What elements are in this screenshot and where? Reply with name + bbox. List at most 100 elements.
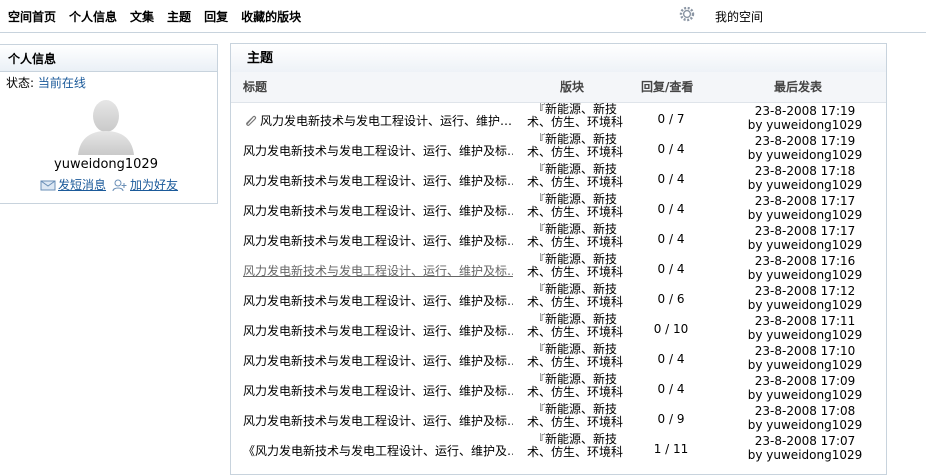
topic-last-post: 23-8-2008 17:10 by yuweidong1029 (731, 344, 879, 372)
last-post-author[interactable]: by yuweidong1029 (731, 118, 879, 132)
nav-replies[interactable]: 回复 (204, 8, 228, 25)
topic-last-post: 23-8-2008 17:19 by yuweidong1029 (731, 104, 879, 132)
topic-title-text: 风力发电新技术与发电工程设计、运行、维护及标… (243, 204, 513, 218)
nav-space-home[interactable]: 空间首页 (8, 8, 56, 25)
status-value: 当前在线 (37, 76, 86, 90)
topic-title[interactable]: 风力发电新技术与发电工程设计、运行、维护及标… (243, 172, 513, 189)
last-post-date[interactable]: 23-8-2008 17:08 (731, 404, 879, 418)
last-post-date[interactable]: 23-8-2008 17:17 (731, 224, 879, 238)
topic-forum[interactable]: 『新能源、新技术、仿生、环境科 (523, 283, 627, 313)
topics-header: 主题 (231, 44, 886, 72)
column-counts: 回复/查看 (641, 80, 694, 94)
topic-title-text: 风力发电新技术与发电工程设计、运行、维护及标… (243, 414, 513, 428)
topic-last-post: 23-8-2008 17:17 by yuweidong1029 (731, 194, 879, 222)
topic-title-text: 风力发电新技术与发电工程设计、运行、维护及标… (243, 354, 513, 368)
topic-last-post: 23-8-2008 17:12 by yuweidong1029 (731, 284, 879, 312)
topic-last-post: 23-8-2008 17:11 by yuweidong1029 (731, 314, 879, 342)
add-friend-link[interactable]: 加为好友 (112, 176, 178, 193)
topic-title[interactable]: 风力发电新技术与发电工程设计、运行、维护及标… (243, 232, 513, 249)
topic-forum[interactable]: 『新能源、新技术、仿生、环境科 (523, 253, 627, 283)
topic-title[interactable]: 风力发电新技术与发电工程设计、运行、维护及标… (243, 262, 513, 279)
last-post-author[interactable]: by yuweidong1029 (731, 238, 879, 252)
send-message-label: 发短消息 (58, 178, 107, 192)
topic-title-text: 风力发电新技术与发电工程设计、运行、维护及标… (243, 324, 513, 338)
last-post-author[interactable]: by yuweidong1029 (731, 268, 879, 282)
topic-counts: 0 / 4 (657, 352, 685, 366)
topic-row: 风力发电新技术与发电工程设计、运行、维护… 『新能源、新技术、仿生、环境科 0 / … (231, 103, 886, 133)
nav-favorite-forums[interactable]: 收藏的版块 (241, 8, 301, 25)
topic-forum[interactable]: 『新能源、新技术、仿生、环境科 (523, 373, 627, 403)
last-post-author[interactable]: by yuweidong1029 (731, 388, 879, 402)
last-post-author[interactable]: by yuweidong1029 (731, 418, 879, 432)
nav-articles[interactable]: 文集 (130, 8, 154, 25)
last-post-date[interactable]: 23-8-2008 17:10 (731, 344, 879, 358)
column-headers: 标题 版块 回复/查看 最后发表 (231, 72, 886, 103)
last-post-author[interactable]: by yuweidong1029 (731, 178, 879, 192)
topic-title[interactable]: 风力发电新技术与发电工程设计、运行、维护及标… (243, 412, 513, 429)
last-post-author[interactable]: by yuweidong1029 (731, 298, 879, 312)
last-post-date[interactable]: 23-8-2008 17:12 (731, 284, 879, 298)
topic-forum[interactable]: 『新能源、新技术、仿生、环境科 (523, 433, 627, 463)
last-post-date[interactable]: 23-8-2008 17:19 (731, 134, 879, 148)
topic-forum[interactable]: 『新能源、新技术、仿生、环境科 (523, 193, 627, 223)
last-post-author[interactable]: by yuweidong1029 (731, 328, 879, 342)
topic-title-text: 风力发电新技术与发电工程设计、运行、维护及标… (243, 384, 513, 398)
last-post-date[interactable]: 23-8-2008 17:07 (731, 434, 879, 448)
topic-counts: 0 / 9 (657, 412, 685, 426)
topic-title-text: 风力发电新技术与发电工程设计、运行、维护… (260, 114, 513, 128)
topic-forum[interactable]: 『新能源、新技术、仿生、环境科 (523, 223, 627, 253)
last-post-author[interactable]: by yuweidong1029 (731, 208, 879, 222)
topic-title-text: 风力发电新技术与发电工程设计、运行、维护及标… (243, 174, 513, 188)
send-message-link[interactable]: 发短消息 (40, 176, 106, 193)
topic-forum[interactable]: 『新能源、新技术、仿生、环境科 (523, 103, 627, 133)
column-title: 标题 (243, 80, 268, 94)
topic-forum[interactable]: 『新能源、新技术、仿生、环境科 (523, 163, 627, 193)
last-post-date[interactable]: 23-8-2008 17:18 (731, 164, 879, 178)
last-post-date[interactable]: 23-8-2008 17:11 (731, 314, 879, 328)
topic-row: 《风力发电新技术与发电工程设计、运行、维护及… 『新能源、新技术、仿生、环境科 1 … (231, 433, 886, 463)
nav-profile[interactable]: 个人信息 (69, 8, 117, 25)
topic-row: 风力发电新技术与发电工程设计、运行、维护及标… 『新能源、新技术、仿生、环境科 0 … (231, 163, 886, 193)
topic-forum[interactable]: 『新能源、新技术、仿生、环境科 (523, 403, 627, 433)
topic-title[interactable]: 风力发电新技术与发电工程设计、运行、维护及标… (243, 142, 513, 159)
topic-title[interactable]: 风力发电新技术与发电工程设计、运行、维护… (243, 112, 513, 129)
topic-counts: 0 / 10 (653, 322, 689, 336)
topic-last-post: 23-8-2008 17:16 by yuweidong1029 (731, 254, 879, 282)
topic-title[interactable]: 风力发电新技术与发电工程设计、运行、维护及标… (243, 292, 513, 309)
last-post-author[interactable]: by yuweidong1029 (731, 358, 879, 372)
topic-counts: 0 / 4 (657, 262, 685, 276)
topic-row: 风力发电新技术与发电工程设计、运行、维护及标… 『新能源、新技术、仿生、环境科 0 … (231, 253, 886, 283)
topic-forum[interactable]: 『新能源、新技术、仿生、环境科 (523, 133, 627, 163)
last-post-date[interactable]: 23-8-2008 17:09 (731, 374, 879, 388)
topic-list: 风力发电新技术与发电工程设计、运行、维护… 『新能源、新技术、仿生、环境科 0 / … (231, 103, 886, 463)
topic-counts: 0 / 4 (657, 382, 685, 396)
topic-row: 风力发电新技术与发电工程设计、运行、维护及标… 『新能源、新技术、仿生、环境科 0 … (231, 403, 886, 433)
last-post-date[interactable]: 23-8-2008 17:19 (731, 104, 879, 118)
topic-title[interactable]: 风力发电新技术与发电工程设计、运行、维护及标… (243, 352, 513, 369)
topic-last-post: 23-8-2008 17:09 by yuweidong1029 (731, 374, 879, 402)
topic-forum[interactable]: 『新能源、新技术、仿生、环境科 (523, 343, 627, 373)
attachment-icon (246, 115, 257, 126)
last-post-date[interactable]: 23-8-2008 17:16 (731, 254, 879, 268)
status-label: 状态: (6, 76, 35, 90)
my-space-link[interactable]: 我的空间 (715, 8, 763, 25)
topic-title[interactable]: 风力发电新技术与发电工程设计、运行、维护及标… (243, 202, 513, 219)
last-post-date[interactable]: 23-8-2008 17:17 (731, 194, 879, 208)
topic-last-post: 23-8-2008 17:17 by yuweidong1029 (731, 224, 879, 252)
topic-forum[interactable]: 『新能源、新技术、仿生、环境科 (523, 313, 627, 343)
topic-last-post: 23-8-2008 17:18 by yuweidong1029 (731, 164, 879, 192)
topic-title-text: 风力发电新技术与发电工程设计、运行、维护及标… (243, 144, 513, 158)
topic-counts: 0 / 6 (657, 292, 685, 306)
last-post-author[interactable]: by yuweidong1029 (731, 448, 879, 462)
nav-topics[interactable]: 主题 (167, 8, 191, 25)
topic-row: 风力发电新技术与发电工程设计、运行、维护及标… 『新能源、新技术、仿生、环境科 0 … (231, 193, 886, 223)
topic-title[interactable]: 《风力发电新技术与发电工程设计、运行、维护及… (243, 442, 513, 459)
topic-title[interactable]: 风力发电新技术与发电工程设计、运行、维护及标… (243, 322, 513, 339)
topic-row: 风力发电新技术与发电工程设计、运行、维护及标… 『新能源、新技术、仿生、环境科 0 … (231, 283, 886, 313)
profile-header: 个人信息 (0, 45, 217, 72)
topic-title-text: 风力发电新技术与发电工程设计、运行、维护及标… (243, 264, 513, 278)
topic-title[interactable]: 风力发电新技术与发电工程设计、运行、维护及标… (243, 382, 513, 399)
last-post-author[interactable]: by yuweidong1029 (731, 148, 879, 162)
gear-icon[interactable] (679, 6, 695, 22)
column-last-post: 最后发表 (774, 80, 823, 94)
